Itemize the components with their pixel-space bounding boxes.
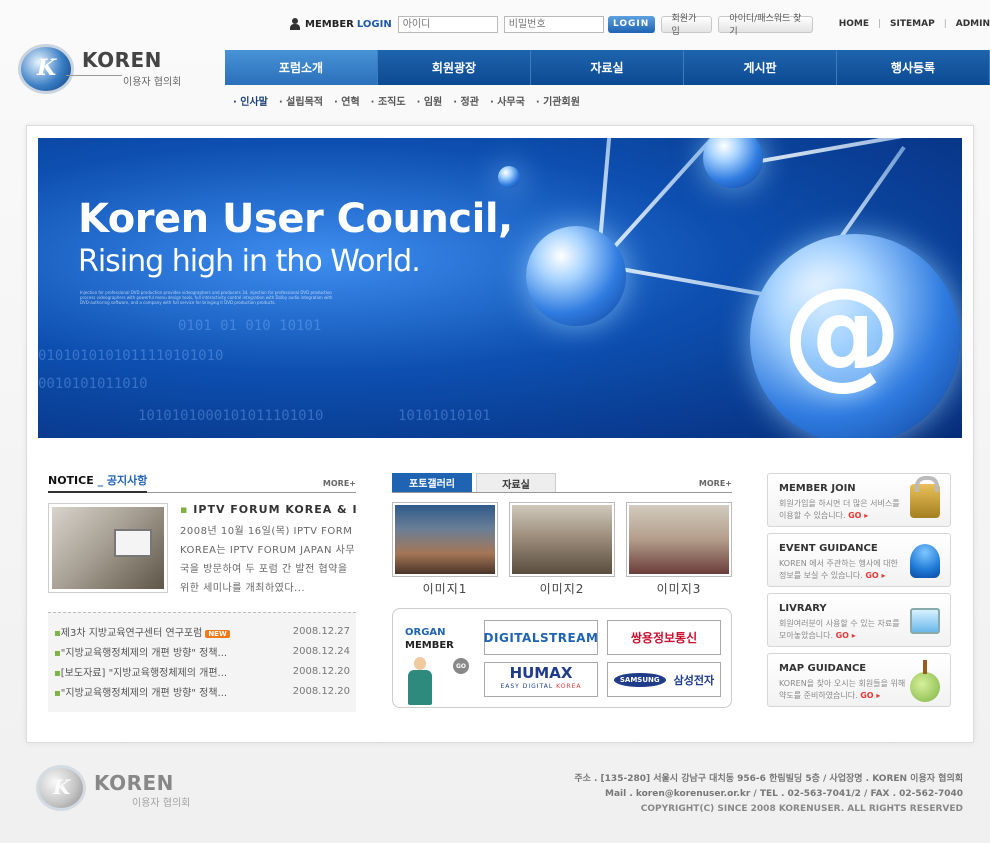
partner-humax[interactable]: HUMAX EASY DIGITAL KOREA: [484, 662, 598, 697]
hero-banner: 0101010101011110101010 0101 01 010 10101…: [38, 138, 962, 438]
home-link[interactable]: HOME: [839, 19, 869, 29]
admin-link[interactable]: ADMIN: [956, 19, 990, 29]
nav-event-register[interactable]: 행사등록: [837, 50, 990, 85]
list-item[interactable]: ▪제3차 지방교육연구센터 연구포럼 NEW 2008.12.27: [48, 621, 356, 641]
building-orb: [703, 138, 763, 188]
site-logo[interactable]: K KOREN 이용자 협의회: [18, 42, 198, 97]
people-icon: [910, 544, 940, 578]
at-symbol: @: [782, 263, 902, 402]
map-guidance-card[interactable]: MAP GUIDANCE KOREN을 찾아 오시는 회원들을 위해 약도를 준…: [767, 653, 951, 707]
login-button[interactable]: LOGIN: [607, 15, 655, 33]
banner-title: Koren User Council,: [78, 196, 513, 242]
globe-icon: K: [36, 765, 86, 811]
banner-fine-print: Injection for professional DVD productio…: [80, 290, 333, 305]
notice-feature[interactable]: ▪ IPTV FORUM KOREA & I... 2008년 10월 16일(…: [48, 503, 356, 598]
logo-title: KOREN: [82, 48, 162, 72]
notice-more-link[interactable]: MORE+: [323, 479, 356, 492]
tab-photo-gallery[interactable]: 포토갤러리: [392, 473, 472, 492]
footer-logo: K KOREN 이용자 협의회: [36, 763, 216, 818]
map-pin-icon: [910, 660, 940, 702]
gallery-more-link[interactable]: MORE+: [699, 479, 732, 492]
library-card[interactable]: LIVRARY 회원여러분이 사용할 수 있는 자료를 모아놓았습니다. GO …: [767, 593, 951, 647]
gallery-item[interactable]: 이미지2: [509, 502, 615, 597]
gallery-thumbnail[interactable]: [392, 502, 498, 577]
partner-samsung[interactable]: SAMSUNG 삼성전자: [607, 662, 721, 697]
join-button[interactable]: 회원가입: [660, 14, 713, 37]
notice-feature-title[interactable]: ▪ IPTV FORUM KOREA & I...: [180, 503, 356, 516]
footer-info: 주소 . [135-280] 서울시 강남구 대치동 956-6 한림빌딩 5층…: [574, 772, 963, 817]
globe-orb: [526, 226, 626, 326]
top-links: HOME | SITEMAP | ADMIN: [838, 19, 990, 29]
organ-member-label: ORGAN MEMBER: [405, 627, 454, 651]
notice-heading: NOTICE _ 공지사항: [48, 472, 148, 493]
subnav-organization[interactable]: · 조직도: [371, 93, 406, 108]
footer-address: 주소 . [135-280] 서울시 강남구 대치동 956-6 한림빌딩 5층…: [574, 774, 963, 784]
main-nav: 포럼소개 회원광장 자료실 게시판 행사등록: [225, 50, 990, 85]
gallery-thumbnail[interactable]: [509, 502, 615, 577]
gallery-section: 포토갤러리 자료실 MORE+ 이미지1 이미지2 이미지3: [392, 473, 732, 597]
gallery-item[interactable]: 이미지3: [626, 502, 732, 597]
subnav-history[interactable]: · 연혁: [334, 93, 360, 108]
small-orb: [498, 166, 520, 188]
subnav-secretariat[interactable]: · 사무국: [490, 93, 525, 108]
person-icon: [290, 18, 300, 30]
logo-subtitle: 이용자 협의회: [123, 77, 182, 88]
subnav-bylaws[interactable]: · 정관: [453, 93, 479, 108]
gallery-item[interactable]: 이미지1: [392, 502, 498, 597]
nav-archive[interactable]: 자료실: [531, 50, 684, 85]
quick-links: MEMBER JOIN 회원가입을 하시면 더 많은 서비스를 이용할 수 있습…: [767, 473, 951, 713]
organ-member-panel: ORGAN MEMBER GO DIGITALSTREAM 쌍용정보통신 HUM…: [392, 608, 732, 708]
nav-member-plaza[interactable]: 회원광장: [378, 50, 531, 85]
login-bar: MEMBER LOGIN LOGIN 회원가입 아이디/패스워드 찾기 HOME…: [290, 12, 990, 37]
partner-ssangyong[interactable]: 쌍용정보통신: [607, 620, 721, 655]
organ-go-button[interactable]: GO: [453, 658, 469, 674]
banner-subtitle: Rising high in tho World.: [78, 244, 421, 279]
gallery-thumbnail[interactable]: [626, 502, 732, 577]
subnav-institution-members[interactable]: · 기관회원: [536, 93, 580, 108]
notice-feature-body: 2008년 10월 16일(목) IPTV FORM KOREA는 IPTV F…: [180, 526, 356, 594]
lock-icon: [910, 476, 940, 518]
tab-archive[interactable]: 자료실: [476, 473, 556, 492]
footer-contact: Mail . koren@korenuser.or.kr / TEL . 02-…: [605, 789, 963, 799]
list-item[interactable]: ▪"지방교육행정체제의 개편 방향" 정책... 2008.12.20: [48, 681, 356, 701]
subnav-executives[interactable]: · 임원: [417, 93, 443, 108]
new-badge: NEW: [205, 629, 230, 638]
sub-nav: · 인사말 · 설립목적 · 연혁 · 조직도 · 임원 · 정관 · 사무국 …: [233, 93, 591, 108]
globe-icon: K: [18, 44, 74, 94]
list-item[interactable]: ▪[보도자료] "지방교육행정체제의 개편... 2008.12.20: [48, 661, 356, 681]
footer-copyright: COPYRIGHT(C) SINCE 2008 KORENUSER. ALL R…: [640, 804, 963, 814]
notice-section: NOTICE _ 공지사항 MORE+ ▪ IPTV FORUM KOREA &…: [48, 473, 356, 712]
event-guidance-card[interactable]: EVENT GUIDANCE KOREN 에서 주관하는 행사에 대한 정보를 …: [767, 533, 951, 587]
person-illustration-icon: [405, 657, 435, 705]
find-account-button[interactable]: 아이디/패스워드 찾기: [718, 14, 813, 37]
member-join-card[interactable]: MEMBER JOIN 회원가입을 하시면 더 많은 서비스를 이용할 수 있습…: [767, 473, 951, 527]
subnav-purpose[interactable]: · 설립목적: [279, 93, 323, 108]
sitemap-link[interactable]: SITEMAP: [890, 19, 935, 29]
nav-forum-intro[interactable]: 포럼소개: [225, 50, 378, 85]
notice-list: ▪제3차 지방교육연구센터 연구포럼 NEW 2008.12.27 ▪"지방교육행…: [48, 612, 356, 712]
notice-thumbnail[interactable]: [48, 503, 168, 593]
id-input[interactable]: [397, 15, 498, 33]
member-login-label: MEMBER LOGIN: [290, 18, 392, 30]
password-input[interactable]: [503, 15, 604, 33]
monitor-icon: [910, 608, 940, 634]
list-item[interactable]: ▪"지방교육행정체제의 개편 방향" 정책... 2008.12.24: [48, 641, 356, 661]
nav-board[interactable]: 게시판: [684, 50, 837, 85]
subnav-greeting[interactable]: · 인사말: [233, 93, 268, 108]
partner-digitalstream[interactable]: DIGITALSTREAM: [484, 620, 598, 655]
